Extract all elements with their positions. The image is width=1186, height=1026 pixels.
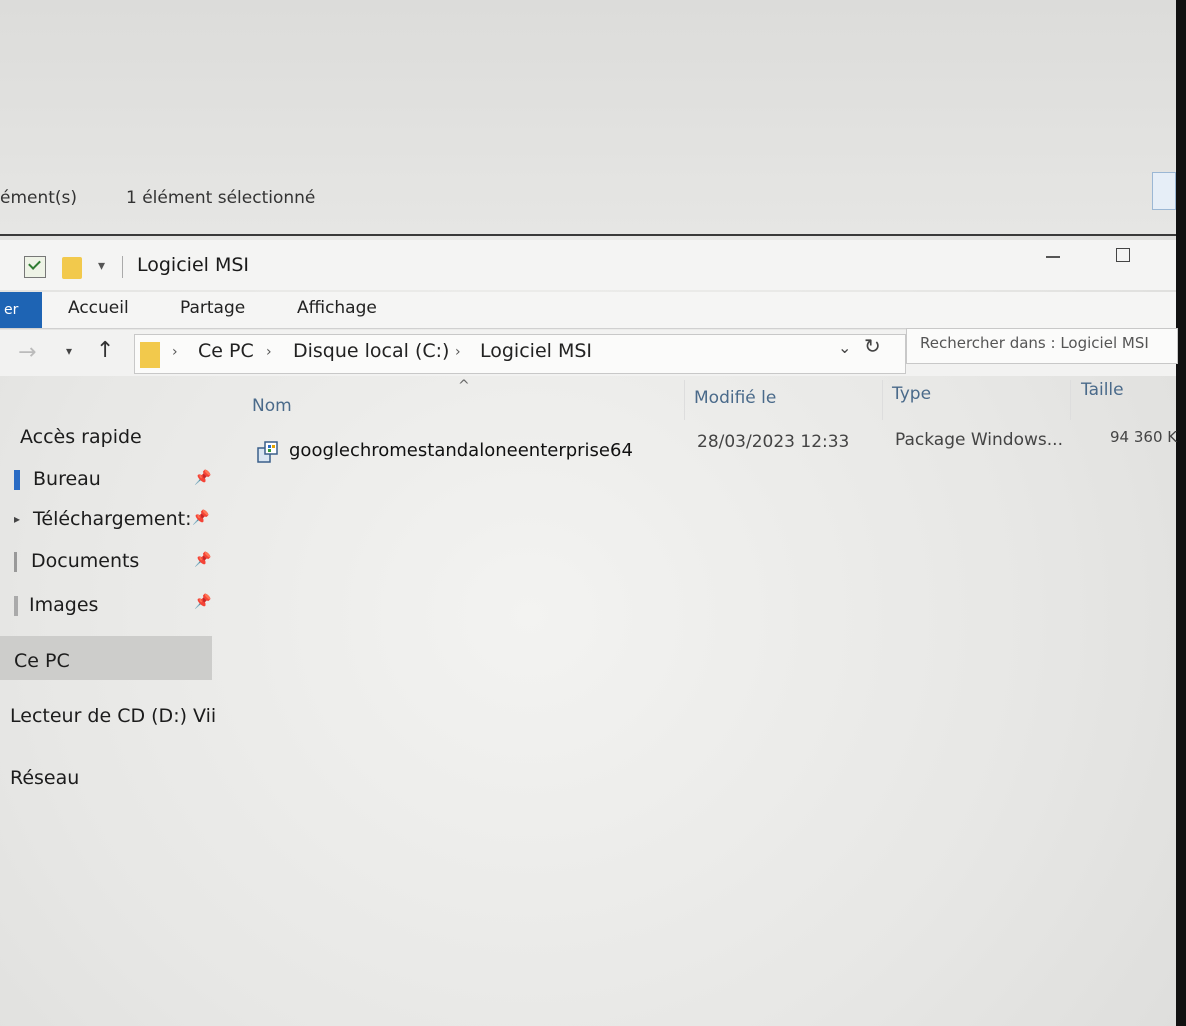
images-icon (14, 596, 18, 616)
selection-count-text: 1 élément sélectionné (126, 188, 316, 208)
tab-affichage[interactable]: Affichage (297, 298, 377, 318)
quick-access-dropdown-icon[interactable]: ▾ (98, 258, 105, 274)
file-type: Package Windows... (895, 430, 1063, 450)
monitor-bezel (1176, 0, 1186, 1026)
breadcrumb-ce-pc[interactable]: Ce PC (198, 340, 254, 362)
pin-icon[interactable]: 📌 (192, 510, 209, 526)
column-separator[interactable] (684, 380, 685, 420)
breadcrumb-separator-icon[interactable]: › (455, 344, 461, 360)
maximize-button[interactable] (1116, 248, 1130, 262)
minimize-button[interactable] (1046, 256, 1060, 258)
sidebar-item-telechargements[interactable]: Téléchargement: (33, 508, 192, 530)
file-modified-date: 28/03/2023 12:33 (697, 432, 850, 452)
properties-icon[interactable] (24, 256, 46, 278)
tab-accueil[interactable]: Accueil (68, 298, 129, 318)
window-title: Logiciel MSI (137, 254, 250, 276)
up-arrow-icon[interactable]: ↑ (96, 338, 114, 363)
column-separator[interactable] (882, 380, 883, 420)
msi-package-icon (256, 440, 280, 464)
file-size: 94 360 K (1110, 428, 1178, 446)
sidebar-item-images[interactable]: Images (29, 594, 98, 616)
refresh-icon[interactable]: ↻ (864, 334, 881, 358)
tab-partage[interactable]: Partage (180, 298, 245, 318)
new-folder-icon[interactable] (62, 257, 82, 279)
details-view-icon[interactable] (1152, 172, 1176, 210)
desktop-icon (14, 470, 20, 490)
forward-arrow-icon[interactable]: → (18, 340, 36, 365)
search-placeholder: Rechercher dans : Logiciel MSI (920, 334, 1149, 352)
breadcrumb-separator-icon[interactable]: › (172, 344, 178, 360)
breadcrumb-logiciel-msi[interactable]: Logiciel MSI (480, 340, 592, 362)
window-divider (0, 234, 1176, 236)
folder-icon (140, 342, 160, 368)
background-status-bar: ément(s) 1 élément sélectionné (0, 182, 1176, 216)
column-separator[interactable] (1070, 380, 1071, 420)
documents-icon (14, 552, 17, 572)
column-header-modified[interactable]: Modifié le (694, 388, 776, 408)
sort-ascending-icon: ^ (458, 378, 470, 394)
pin-icon[interactable]: 📌 (194, 594, 211, 610)
breadcrumb-disque-local[interactable]: Disque local (C:) (293, 340, 449, 362)
sidebar-quick-access[interactable]: Accès rapide (20, 426, 142, 448)
breadcrumb-separator-icon[interactable]: › (266, 344, 272, 360)
pin-icon[interactable]: 📌 (194, 470, 211, 486)
title-separator (122, 256, 123, 278)
ribbon-tab-bar (0, 292, 1176, 329)
sidebar-item-cd-drive[interactable]: Lecteur de CD (D:) Vii (10, 705, 216, 727)
column-header-type[interactable]: Type (892, 384, 931, 404)
sidebar-item-reseau[interactable]: Réseau (10, 767, 79, 789)
sidebar-item-bureau[interactable]: Bureau (33, 468, 101, 490)
column-header-size[interactable]: Taille (1081, 380, 1124, 400)
pin-icon[interactable]: 📌 (194, 552, 211, 568)
address-dropdown-icon[interactable]: ⌄ (838, 338, 851, 357)
sidebar-item-ce-pc[interactable]: Ce PC (14, 650, 70, 672)
column-header-name[interactable]: Nom (252, 396, 292, 416)
sidebar-item-documents[interactable]: Documents (31, 550, 139, 572)
tab-file[interactable]: er (0, 292, 42, 328)
download-icon: ▸ (14, 512, 21, 526)
recent-locations-icon[interactable]: ▾ (66, 344, 72, 358)
file-name[interactable]: googlechromestandaloneenterprise64 (289, 440, 633, 461)
item-count-text: ément(s) (0, 188, 78, 208)
